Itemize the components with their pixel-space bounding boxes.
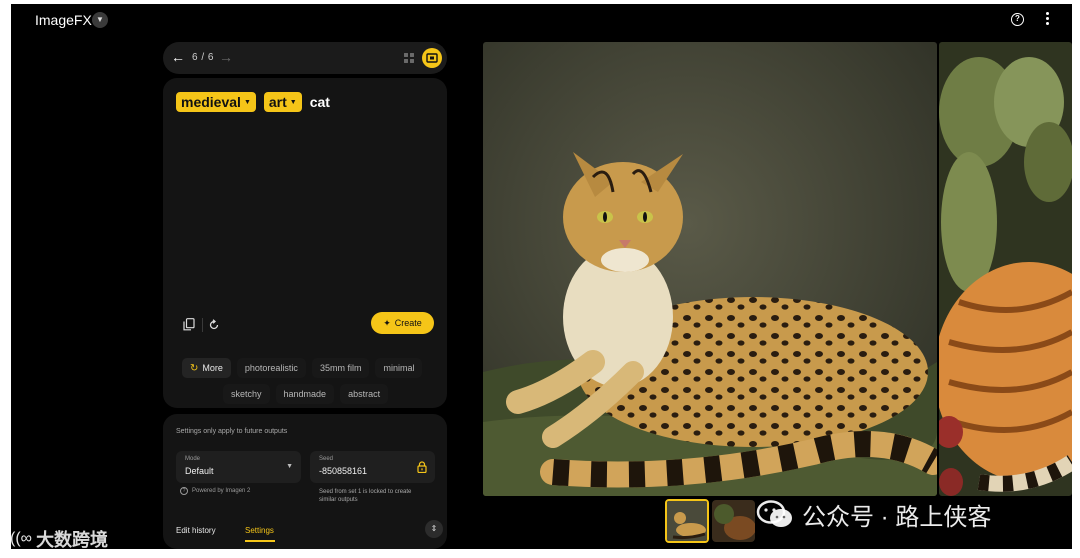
image-counter: 6 / 6 <box>192 52 214 63</box>
lock-icon[interactable] <box>417 460 427 474</box>
prompt-word: cat <box>309 94 330 110</box>
settings-note: Settings only apply to future outputs <box>176 428 288 435</box>
app-menu-chevron-icon[interactable]: ▼ <box>92 12 108 28</box>
prompt-chip-art[interactable]: art ▼ <box>263 92 302 112</box>
tab-edit-history[interactable]: Edit history <box>176 526 216 535</box>
action-divider <box>202 318 203 332</box>
mode-value: Default <box>185 466 214 476</box>
seed-value: -850858161 <box>319 466 368 476</box>
expand-collapse-icon[interactable]: ⇕ <box>425 520 443 538</box>
tab-settings[interactable]: Settings <box>245 526 274 535</box>
style-chip[interactable]: abstract <box>340 384 389 404</box>
more-styles-button[interactable]: ↻ More <box>182 358 231 378</box>
style-chip[interactable]: handmade <box>275 384 335 404</box>
seed-field[interactable]: Seed -850858161 <box>310 451 435 483</box>
navigation-bar: ← 6 / 6 → <box>163 42 447 74</box>
seed-note: Seed from set 1 is locked to create simi… <box>319 489 412 503</box>
prompt-text[interactable]: medieval ▼ art ▼ cat <box>176 92 330 112</box>
watermark-left: ((∞ 大数跨境 <box>10 530 109 550</box>
back-arrow-icon[interactable]: ← <box>171 49 185 65</box>
generated-image-next[interactable] <box>939 42 1072 496</box>
prompt-chip-medieval[interactable]: medieval ▼ <box>176 92 256 112</box>
chevron-down-icon: ▼ <box>289 98 297 106</box>
grid-view-icon[interactable] <box>401 50 417 66</box>
mode-label: Mode <box>185 456 201 462</box>
powered-by: ? Powered by Imagen 2 <box>180 487 250 495</box>
more-vert-icon[interactable] <box>1046 12 1050 26</box>
thumbnail-selected[interactable] <box>665 499 709 543</box>
style-chip[interactable]: sketchy <box>223 384 270 404</box>
info-icon: ? <box>180 487 188 495</box>
generated-image-main[interactable] <box>483 42 937 496</box>
forward-arrow-icon[interactable]: → <box>219 49 233 65</box>
style-suggestions-row-1: ↻ More photorealistic 35mm film minimal <box>182 358 423 378</box>
help-icon[interactable]: ? <box>1011 13 1024 26</box>
watermark-right: 公众号 · 路上侠客 <box>756 497 991 532</box>
imagefx-app: ImageFX ▼ ? ← 6 / 6 → medieval ▼ art ▼ cat… <box>11 4 1072 549</box>
style-chip[interactable]: 35mm film <box>311 358 370 378</box>
style-chip[interactable]: minimal <box>375 358 423 378</box>
app-title: ImageFX <box>35 12 92 28</box>
style-suggestions-row-2: sketchy handmade abstract <box>223 384 389 404</box>
seed-label: Seed <box>319 456 334 462</box>
mode-select[interactable]: Mode Default ▼ <box>176 451 301 483</box>
carousel-view-icon[interactable] <box>422 48 442 68</box>
thumbnail[interactable] <box>712 500 755 542</box>
active-tab-indicator <box>245 540 275 542</box>
refresh-icon: ↻ <box>190 362 199 374</box>
wechat-icon <box>756 499 792 527</box>
sparkle-icon: ✦ <box>383 317 391 328</box>
prompt-panel: medieval ▼ art ▼ cat ✦ Create ↻ More photor… <box>163 78 447 408</box>
chevron-down-icon: ▼ <box>286 463 293 470</box>
copy-icon[interactable] <box>183 318 195 331</box>
settings-panel: Settings only apply to future outputs Mo… <box>163 414 447 549</box>
top-bar: ImageFX ▼ ? <box>11 4 1072 36</box>
style-chip[interactable]: photorealistic <box>236 358 306 378</box>
chevron-down-icon: ▼ <box>243 98 251 106</box>
watermark-logo-icon: ((∞ <box>10 530 33 547</box>
reset-icon[interactable] <box>208 318 220 330</box>
create-button[interactable]: ✦ Create <box>371 312 434 334</box>
